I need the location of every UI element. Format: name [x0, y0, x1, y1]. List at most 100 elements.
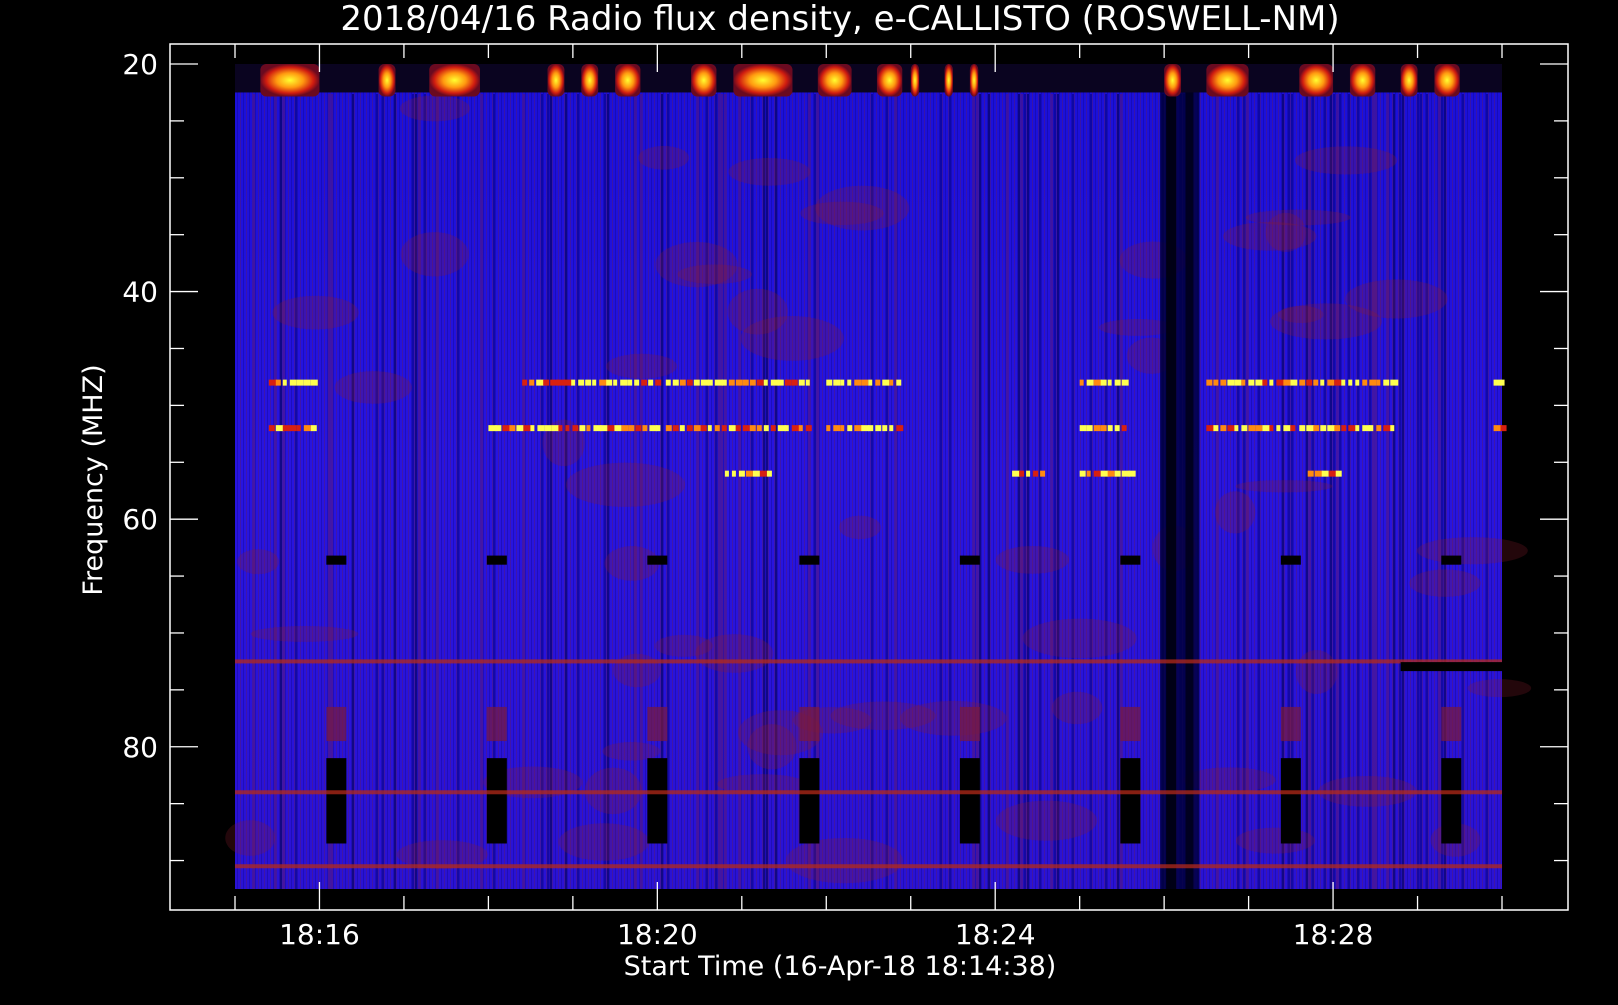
interference-dash [1019, 470, 1025, 477]
noise-column [457, 94, 459, 889]
burst-patch [260, 64, 320, 97]
interference-dash [1320, 379, 1325, 386]
noise-column [988, 94, 990, 889]
x-tick-label: 18:24 [955, 918, 1036, 951]
calibration-gap [959, 758, 980, 844]
interference-dash [738, 470, 745, 477]
interference-dash [495, 425, 502, 432]
noise-column [1438, 94, 1440, 889]
interference-dash [1269, 379, 1274, 386]
interference-dash [1248, 425, 1256, 432]
noise-patch [995, 545, 1070, 574]
interference-dash [749, 425, 756, 432]
interference-dash [693, 379, 700, 386]
interference-dash [700, 425, 707, 432]
calibration-gap [959, 555, 980, 565]
noise-patch [899, 700, 1007, 736]
noise-column [1369, 94, 1371, 889]
y-tick-label: 60 [122, 503, 158, 536]
interference-dash [488, 425, 497, 432]
noise-column [1024, 94, 1026, 889]
interference-dash [1493, 425, 1502, 432]
noise-column [1348, 94, 1350, 889]
noise-column [283, 94, 285, 889]
noise-patch [995, 800, 1098, 841]
interference-dash [707, 379, 713, 386]
noise-patch [1235, 480, 1333, 493]
noise-column [274, 94, 276, 889]
interference-dash [579, 425, 586, 432]
calibration-gap [1441, 758, 1462, 844]
interference-dash [805, 379, 810, 386]
noise-column [718, 94, 720, 889]
calibration-gap [326, 555, 347, 565]
burst-patch [969, 64, 979, 97]
calibration-gap [486, 555, 507, 565]
noise-column [1039, 94, 1041, 889]
calibration-gap [799, 555, 820, 565]
calibration-gap [1280, 758, 1301, 844]
interference-dash [735, 425, 741, 432]
calibration-gap [486, 706, 507, 742]
interference-dash [721, 425, 727, 432]
interference-dash [600, 425, 608, 432]
interference-dash [1079, 470, 1086, 477]
interference-dash [1255, 379, 1264, 386]
interference-dash [1248, 379, 1255, 386]
interference-dash [896, 425, 904, 432]
y-tick-label: 20 [122, 48, 158, 81]
calibration-gap [1280, 555, 1301, 565]
interference-dash [1313, 425, 1320, 432]
interference-dash [1262, 425, 1271, 432]
y-tick-label: 80 [122, 731, 158, 764]
noise-patch [400, 232, 469, 277]
interference-dash [1086, 470, 1091, 477]
noise-patch [654, 634, 713, 657]
y-axis-label: Frequency (MHZ) [78, 364, 109, 595]
calibration-gap [326, 758, 347, 844]
burst-patch [547, 64, 565, 97]
noise-column [1402, 94, 1404, 889]
interference-dash [268, 425, 275, 432]
interference-dash [1121, 425, 1127, 432]
noise-patch [250, 626, 359, 642]
interference-dash [1079, 379, 1084, 386]
interference-dash [868, 425, 874, 432]
interference-dash [571, 379, 576, 386]
interference-dash [1390, 379, 1399, 386]
burst-patch [581, 64, 599, 97]
interference-dash [1234, 379, 1242, 386]
interference-dash [634, 379, 640, 386]
interference-dash [1121, 379, 1129, 386]
noise-column [1027, 94, 1029, 889]
dark-strip [1400, 662, 1502, 672]
interference-dash [798, 379, 805, 386]
interference-dash [522, 379, 528, 386]
interference-dash [896, 379, 902, 386]
noise-column [418, 94, 420, 889]
noise-patch [1214, 491, 1256, 534]
interference-dash [544, 425, 552, 432]
interference-dash [1093, 470, 1101, 477]
calibration-gap [647, 555, 668, 565]
interference-dash [310, 425, 317, 432]
interference-dash [599, 379, 608, 386]
noise-column [424, 94, 426, 889]
interference-dash [1107, 470, 1115, 477]
interference-dash [614, 425, 622, 432]
noise-column [481, 94, 483, 889]
chart-title: 2018/04/16 Radio flux density, e-CALLIST… [340, 0, 1339, 39]
plot-layer [225, 64, 1532, 889]
interference-dash [752, 470, 760, 477]
noise-column [376, 94, 378, 889]
interference-dash [1040, 470, 1046, 477]
noise-patch [334, 371, 413, 404]
calibration-gap [1120, 706, 1141, 742]
interference-dash [592, 379, 597, 386]
interference-dash [805, 425, 812, 432]
interference-dash [1290, 379, 1298, 386]
interference-dash [840, 425, 845, 432]
y-tick-label: 40 [122, 276, 158, 309]
calibration-gap [799, 758, 820, 844]
noise-column [1462, 94, 1464, 889]
